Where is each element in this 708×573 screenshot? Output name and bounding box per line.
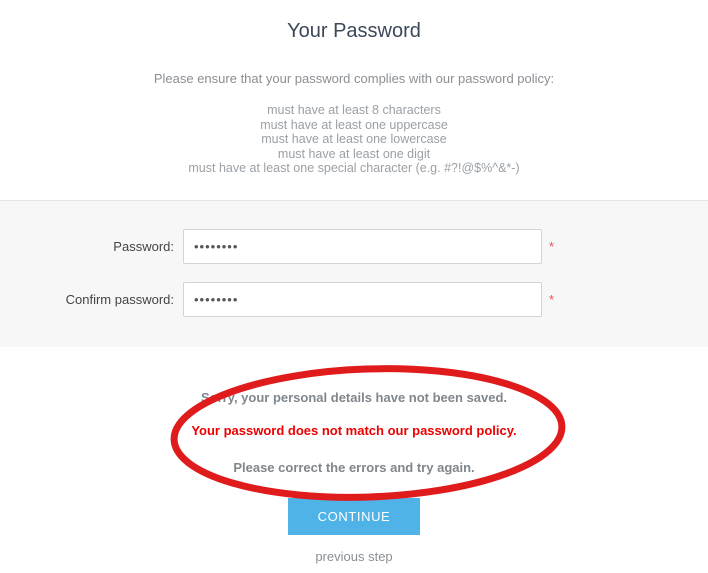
status-messages: Sorry, your personal details have not be… xyxy=(0,389,708,476)
password-policy-list: must have at least 8 characters must hav… xyxy=(0,103,708,176)
confirm-password-required-marker: * xyxy=(549,291,555,307)
confirm-password-input[interactable] xyxy=(183,281,542,317)
policy-item: must have at least one lowercase xyxy=(261,132,447,146)
policy-item: must have at least one digit xyxy=(277,146,431,161)
form-actions: CONTINUE previous step xyxy=(0,497,708,564)
policy-item: must have at least one uppercase xyxy=(260,117,448,132)
not-saved-message: Sorry, your personal details have not be… xyxy=(200,389,508,405)
confirm-password-row: Confirm password: * xyxy=(0,281,708,317)
password-label: Password: xyxy=(113,238,174,254)
policy-item: must have at least 8 characters xyxy=(267,103,441,117)
password-form-panel: Password: * Confirm password: * xyxy=(0,199,708,347)
previous-step-link[interactable]: previous step xyxy=(0,549,708,564)
policy-error-message: Your password does not match our passwor… xyxy=(191,422,517,438)
password-row: Password: * xyxy=(0,228,708,264)
intro-text: Please ensure that your password complie… xyxy=(153,71,555,86)
policy-item: must have at least one special character… xyxy=(188,161,520,175)
page-title: Your Password xyxy=(287,20,421,42)
retry-message: Please correct the errors and try again. xyxy=(233,459,475,475)
page-header: Your Password Please ensure that your pa… xyxy=(0,0,708,176)
confirm-password-label: Confirm password: xyxy=(65,291,174,307)
password-required-marker: * xyxy=(549,238,555,254)
continue-button[interactable]: CONTINUE xyxy=(287,497,421,535)
password-input[interactable] xyxy=(183,228,542,264)
